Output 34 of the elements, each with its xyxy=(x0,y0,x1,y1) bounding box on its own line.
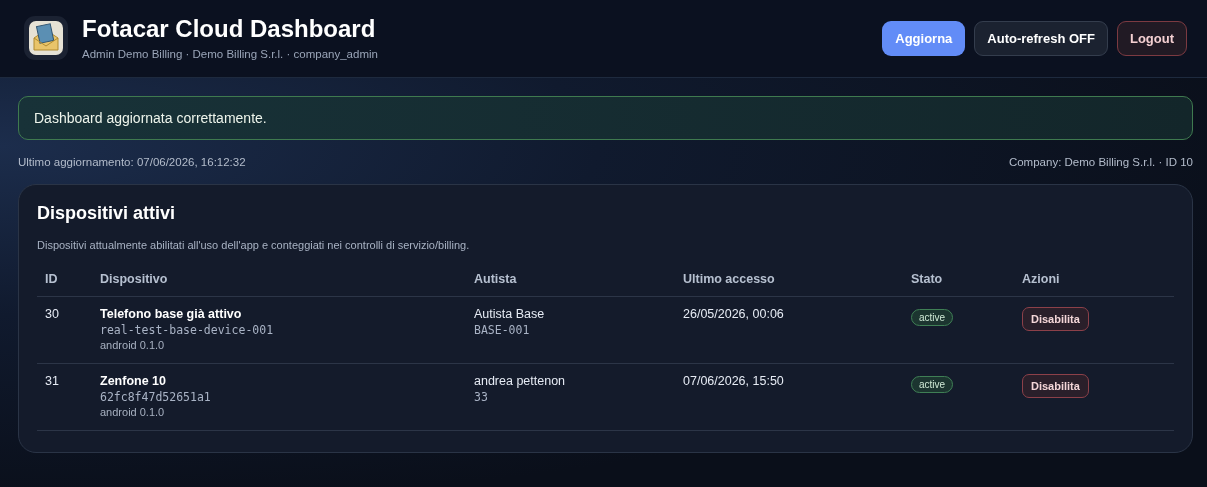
column-header: Ultimo accesso xyxy=(675,263,903,297)
status-badge: active xyxy=(911,309,954,326)
device-name: Telefono base già attivo xyxy=(100,307,243,321)
disable-button[interactable]: Disabilita xyxy=(1022,307,1089,331)
device-platform: android 0.1.0 xyxy=(100,406,166,418)
status-badge: active xyxy=(911,376,954,393)
driver-code: BASE-001 xyxy=(474,323,531,337)
table-cell: 31 xyxy=(37,363,92,431)
column-header: ID xyxy=(37,263,92,297)
driver-name: Autista Base xyxy=(474,307,546,321)
column-header: Stato xyxy=(903,263,1014,297)
driver-code: 33 xyxy=(474,390,489,404)
device-code: real-test-base-device-001 xyxy=(100,323,275,337)
card-title: Dispositivi attivi xyxy=(37,203,176,224)
table-cell: 30 xyxy=(37,296,92,364)
device-name: Zenfone 10 xyxy=(100,374,167,388)
header-button[interactable]: Logout xyxy=(1116,21,1187,56)
company-info: Company: Demo Billing S.r.l. · ID 10 xyxy=(1008,156,1193,168)
column-header: Autista xyxy=(466,263,675,297)
table-cell: 07/06/2026, 15:50 xyxy=(675,363,903,431)
device-code: 62fc8f47d52651a1 xyxy=(100,390,212,404)
user-info: Admin Demo Billing · Demo Billing S.r.l. · company_admin xyxy=(82,47,378,60)
column-header: Dispositivo xyxy=(92,263,466,297)
envelope-logo-icon xyxy=(24,16,68,61)
status-alert: Dashboard aggiornata correttamente. xyxy=(18,96,1193,140)
card-description: Dispositivi attualmente abilitati all'uso dell'app e conteggiati nei controlli di servizio/billing. xyxy=(37,239,470,251)
header-button[interactable]: Auto-refresh OFF xyxy=(974,21,1108,56)
app-title: Fotacar Cloud Dashboard xyxy=(82,15,377,44)
driver-name: andrea pettenon xyxy=(474,374,567,388)
column-header: Azioni xyxy=(1014,263,1174,297)
disable-button[interactable]: Disabilita xyxy=(1022,374,1089,398)
last-update-text: Ultimo aggiornamento: 07/06/2026, 16:12:32 xyxy=(18,156,246,168)
device-platform: android 0.1.0 xyxy=(100,339,166,351)
table-cell: 26/05/2026, 00:06 xyxy=(675,296,903,364)
